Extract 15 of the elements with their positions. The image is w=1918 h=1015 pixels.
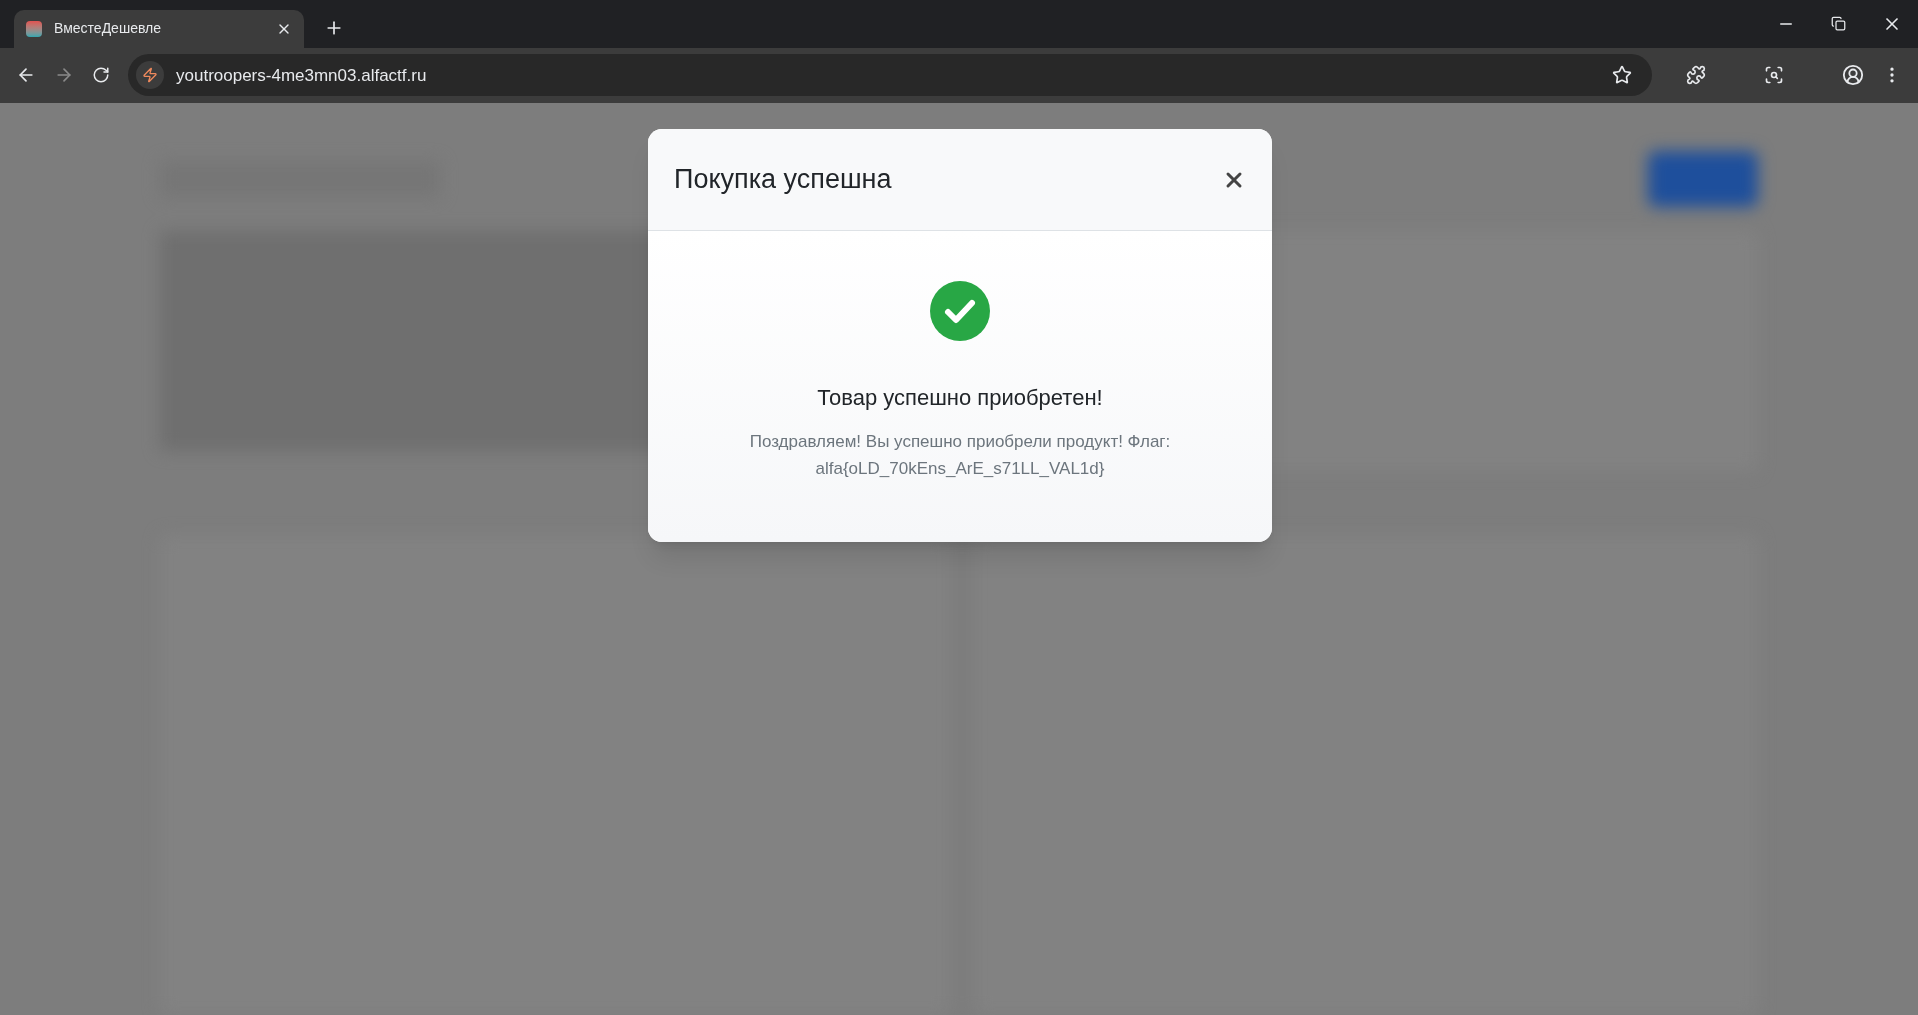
site-icon: [136, 61, 164, 90]
extensions-icon[interactable]: [1686, 65, 1706, 86]
address-bar[interactable]: youtroopers-4me3mn03.alfactf.ru: [128, 54, 1652, 97]
success-message: Поздравляем! Вы успешно приобрели продукт! Флаг: alfa{oLD_70kEns_ArE_s71LL_VAL1d}: [748, 431, 1172, 480]
success-heading: Товар успешно приобретен!: [817, 384, 1103, 412]
modal-title: Покупка успешна: [674, 163, 892, 197]
check-circle-icon: [930, 281, 990, 341]
profile-icon[interactable]: [1842, 64, 1864, 87]
bookmark-star-icon[interactable]: [1612, 65, 1632, 86]
browser-tab[interactable]: ВместеДешевле: [14, 9, 304, 48]
address-text: youtroopers-4me3mn03.alfactf.ru: [176, 64, 428, 87]
reload-icon[interactable]: [92, 66, 110, 85]
restore-icon[interactable]: [1831, 16, 1846, 32]
tab-title: ВместеДешевле: [54, 19, 162, 39]
screen-search-icon[interactable]: [1764, 65, 1784, 86]
